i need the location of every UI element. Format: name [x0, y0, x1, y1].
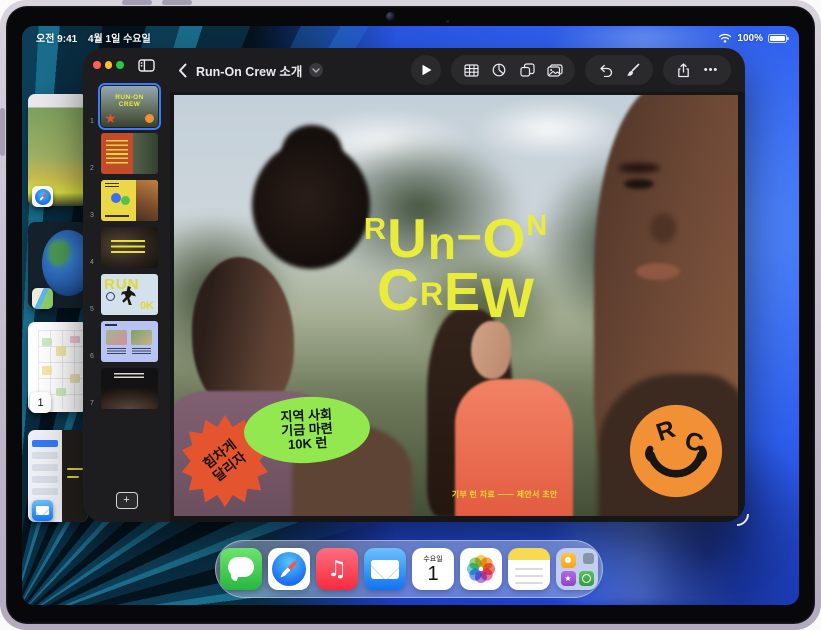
- battery-icon: [768, 34, 787, 43]
- slide-canvas-area: RUn–ON CREW 힘차게달리자 지역 사회기금 마련10K 런: [170, 92, 745, 522]
- dock-safari-icon[interactable]: [268, 548, 310, 590]
- slide-number: 3: [90, 212, 94, 219]
- slide-thumb-1[interactable]: 1 RUN-ONCREW: [89, 84, 170, 131]
- pie-chart-icon: [492, 63, 506, 77]
- slide-caption[interactable]: 기부 런 자료 —— 제안서 초안: [174, 489, 558, 500]
- slide-thumb-7[interactable]: 7: [89, 366, 170, 413]
- dock: ♫ 수요일 1 ★: [215, 540, 603, 598]
- gray-mini-icon: [583, 553, 594, 564]
- star-mini-icon: ★: [561, 571, 576, 586]
- mic-dot: [446, 20, 449, 23]
- calendar-day: 1: [37, 397, 43, 409]
- green-mini-icon: [579, 571, 594, 586]
- slide-number: 1: [90, 118, 94, 125]
- slide-number: 5: [90, 306, 94, 313]
- back-chevron-icon[interactable]: [178, 63, 187, 78]
- media-button[interactable]: [541, 55, 569, 85]
- top-button-volume-up[interactable]: [122, 0, 152, 5]
- keynote-toolbar: Run-On Crew 소개: [170, 48, 745, 92]
- insert-tools-group: [451, 55, 575, 85]
- slide-thumbnail-list: 1 RUN-ONCREW 2 3: [83, 82, 170, 478]
- share-button[interactable]: [669, 55, 697, 85]
- chevron-down-icon: [312, 68, 320, 73]
- slide-number: 2: [90, 165, 94, 172]
- add-slide-button[interactable]: +: [116, 492, 138, 509]
- status-bar: 오전 9:41 4월 1일 수요일 100%: [22, 26, 799, 46]
- screen: 오전 9:41 4월 1일 수요일 100%: [22, 26, 799, 605]
- slide-navigator: 1 RUN-ONCREW 2 3: [83, 48, 170, 522]
- shapes-button[interactable]: [513, 55, 541, 85]
- dock-notes-icon[interactable]: [508, 548, 550, 590]
- slide-thumb-6[interactable]: 6: [89, 319, 170, 366]
- chart-button[interactable]: [485, 55, 513, 85]
- side-button[interactable]: [0, 108, 5, 156]
- zoom-button[interactable]: [116, 61, 124, 69]
- slide-canvas[interactable]: RUn–ON CREW 힘차게달리자 지역 사회기금 마련10K 런: [174, 95, 738, 516]
- dock-messages-icon[interactable]: [220, 548, 262, 590]
- slide-thumb-3[interactable]: 3: [89, 178, 170, 225]
- play-button[interactable]: [411, 55, 441, 85]
- dock-calendar-icon[interactable]: 수요일 1: [412, 548, 454, 590]
- table-icon: [464, 64, 479, 77]
- document-title[interactable]: Run-On Crew 소개: [196, 61, 302, 80]
- media-icon: [547, 64, 563, 77]
- rc-smiley-badge[interactable]: R C: [628, 403, 724, 499]
- dock-app-folder-icon[interactable]: ★: [556, 548, 598, 590]
- battery-percent: 100%: [737, 33, 763, 44]
- format-button[interactable]: [619, 55, 647, 85]
- slide-title-text[interactable]: RUn–ON CREW: [174, 213, 738, 317]
- more-icon: •••: [704, 55, 719, 85]
- minimize-button[interactable]: [105, 61, 113, 69]
- undo-icon: [598, 64, 613, 77]
- slide-thumb-4[interactable]: 4: [89, 225, 170, 272]
- undo-button[interactable]: [591, 55, 619, 85]
- mail-app-icon[interactable]: [32, 500, 53, 521]
- slide-thumb-5[interactable]: 5 RUN 0K: [89, 272, 170, 319]
- sidebar-toggle-icon[interactable]: [138, 59, 155, 72]
- play-icon: [421, 64, 432, 76]
- close-button[interactable]: [93, 61, 101, 69]
- dock-music-icon[interactable]: ♫: [316, 548, 358, 590]
- edit-tools-group: [585, 55, 653, 85]
- dock-mail-icon[interactable]: [364, 548, 406, 590]
- slide-number: 6: [90, 353, 94, 360]
- keynote-window: 1 RUN-ONCREW 2 3: [83, 48, 745, 522]
- safari-app-icon[interactable]: [32, 186, 53, 207]
- ipad-device: 오전 9:41 4월 1일 수요일 100%: [0, 0, 821, 630]
- calendar-day: 1: [427, 564, 438, 584]
- format-brush-icon: [626, 63, 640, 77]
- slide-thumb-2[interactable]: 2: [89, 131, 170, 178]
- slide-number: 7: [90, 400, 94, 407]
- music-note-icon: ♫: [327, 557, 347, 582]
- runner-middle-face: [471, 321, 511, 379]
- front-camera: [386, 12, 395, 21]
- status-time: 오전 9:41: [36, 34, 77, 45]
- shapes-icon: [520, 63, 535, 77]
- status-date: 4월 1일 수요일: [88, 34, 151, 45]
- maps-app-icon[interactable]: [32, 288, 53, 309]
- share-icon: [677, 63, 690, 78]
- calendar-app-icon[interactable]: 1: [30, 392, 51, 413]
- title-menu-button[interactable]: [309, 63, 323, 77]
- table-button[interactable]: [457, 55, 485, 85]
- wifi-icon: [718, 33, 732, 43]
- slide-number: 4: [90, 259, 94, 266]
- top-button-volume-down[interactable]: [162, 0, 192, 5]
- tips-mini-icon: [561, 553, 576, 568]
- dock-photos-icon[interactable]: [460, 548, 502, 590]
- more-button[interactable]: •••: [697, 55, 725, 85]
- share-more-group: •••: [663, 55, 731, 85]
